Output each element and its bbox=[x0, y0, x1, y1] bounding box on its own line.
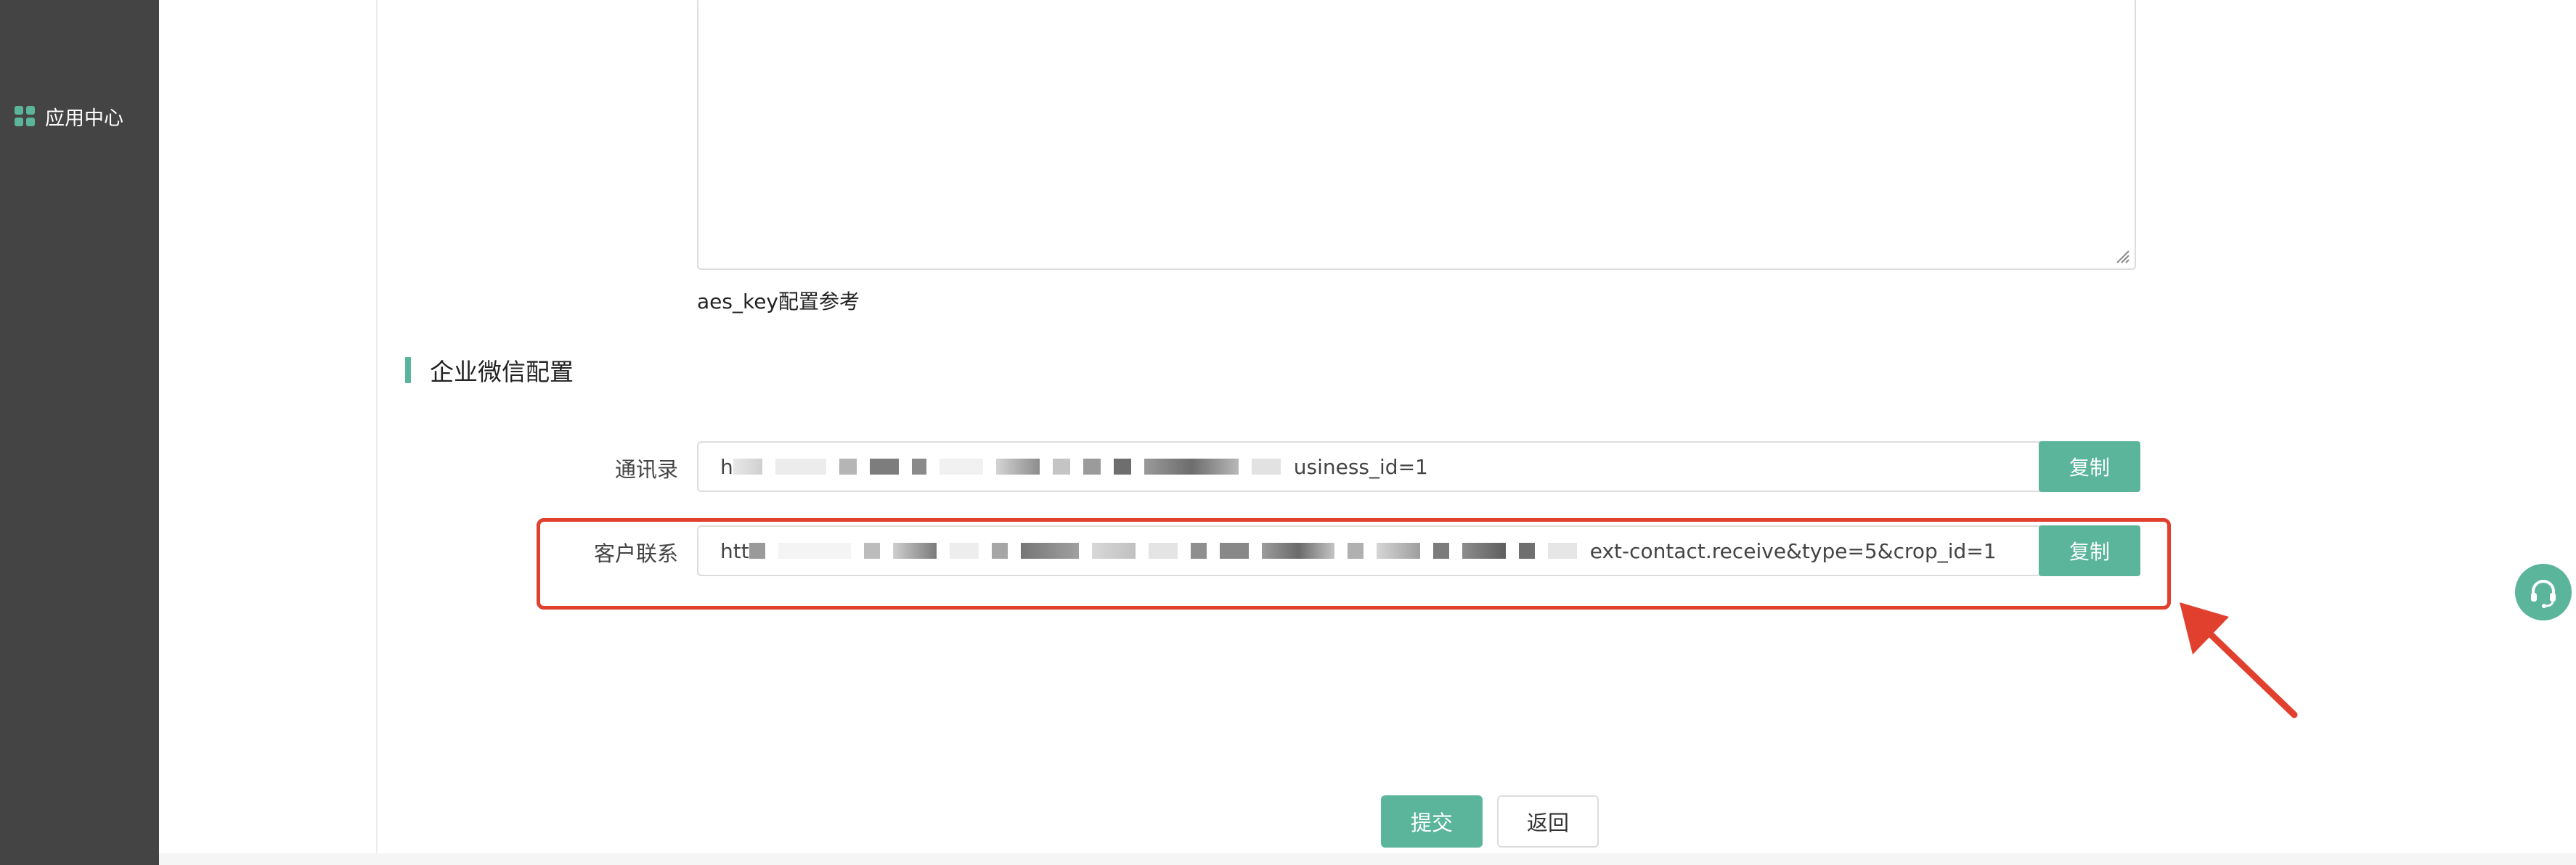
contacts-label: 通讯录 bbox=[614, 457, 678, 482]
redacted-segment bbox=[911, 459, 926, 475]
redacted-segment bbox=[1251, 459, 1281, 475]
annotation-arrow-icon bbox=[2180, 602, 2298, 718]
redacted-segment bbox=[1190, 543, 1207, 559]
redacted-segment bbox=[1462, 543, 1506, 559]
redacted-segment bbox=[1261, 543, 1334, 559]
redacted-segment bbox=[949, 543, 979, 559]
redacted-segment bbox=[733, 459, 762, 475]
redacted-segment bbox=[1144, 459, 1239, 475]
redacted-segment bbox=[778, 543, 851, 559]
sidebar: 应用中心 bbox=[0, 0, 159, 865]
headset-icon bbox=[2531, 580, 2556, 608]
page: 应用中心 aes_key配置参考 企业微信配置 通讯录 h usiness_id… bbox=[0, 0, 2576, 865]
redacted-segment bbox=[863, 543, 880, 559]
redacted-segment bbox=[1113, 459, 1131, 475]
redacted-segment bbox=[1432, 543, 1449, 559]
submit-button[interactable]: 提交 bbox=[1381, 795, 1483, 848]
copy-button-customer-contact[interactable]: 复制 bbox=[2039, 525, 2140, 576]
url-prefix: htt bbox=[720, 538, 749, 563]
url-suffix: ext-contact.receive&type=5&crop_id=1 bbox=[1589, 538, 1997, 563]
redacted-segment bbox=[839, 459, 857, 475]
section-title: 企业微信配置 bbox=[405, 354, 574, 386]
aes-key-hint: aes_key配置参考 bbox=[697, 290, 860, 313]
customer-contact-label: 客户联系 bbox=[593, 541, 678, 566]
contacts-url-field[interactable]: h usiness_id=1 bbox=[697, 441, 2040, 492]
aes-key-textarea[interactable] bbox=[697, 0, 2136, 270]
redacted-segment bbox=[991, 543, 1008, 559]
apps-grid-icon bbox=[15, 106, 35, 126]
section-title-text: 企业微信配置 bbox=[430, 358, 574, 386]
redacted-segment bbox=[892, 543, 937, 559]
redacted-segment bbox=[939, 459, 983, 475]
sidebar-item-app-center[interactable]: 应用中心 bbox=[15, 102, 123, 131]
customer-contact-url-field[interactable]: htt ext-contact.receive&type=5&crop_id=1 bbox=[697, 525, 2040, 576]
page-bottom-edge bbox=[159, 853, 2576, 865]
url-suffix: usiness_id=1 bbox=[1293, 454, 1428, 479]
secondary-menu-panel bbox=[159, 0, 378, 865]
support-button[interactable] bbox=[2515, 564, 2572, 620]
redacted-segment bbox=[1052, 459, 1070, 475]
redacted-segment bbox=[1347, 543, 1364, 559]
resize-handle-icon[interactable] bbox=[2114, 248, 2130, 264]
redacted-segment bbox=[1518, 543, 1535, 559]
redacted-segment bbox=[749, 543, 765, 559]
redacted-segment bbox=[1148, 543, 1178, 559]
redacted-segment bbox=[995, 459, 1040, 475]
url-prefix: h bbox=[720, 454, 733, 479]
back-button[interactable]: 返回 bbox=[1497, 795, 1599, 848]
sidebar-item-label: 应用中心 bbox=[45, 107, 123, 130]
redacted-segment bbox=[1547, 543, 1577, 559]
redacted-segment bbox=[775, 459, 826, 475]
redacted-segment bbox=[869, 459, 899, 475]
redacted-segment bbox=[1091, 543, 1136, 559]
copy-button-contacts[interactable]: 复制 bbox=[2039, 441, 2140, 492]
redacted-segment bbox=[1020, 543, 1079, 559]
redacted-segment bbox=[1083, 459, 1101, 475]
section-accent-bar bbox=[405, 357, 411, 383]
redacted-segment bbox=[1219, 543, 1249, 559]
redacted-segment bbox=[1376, 543, 1420, 559]
